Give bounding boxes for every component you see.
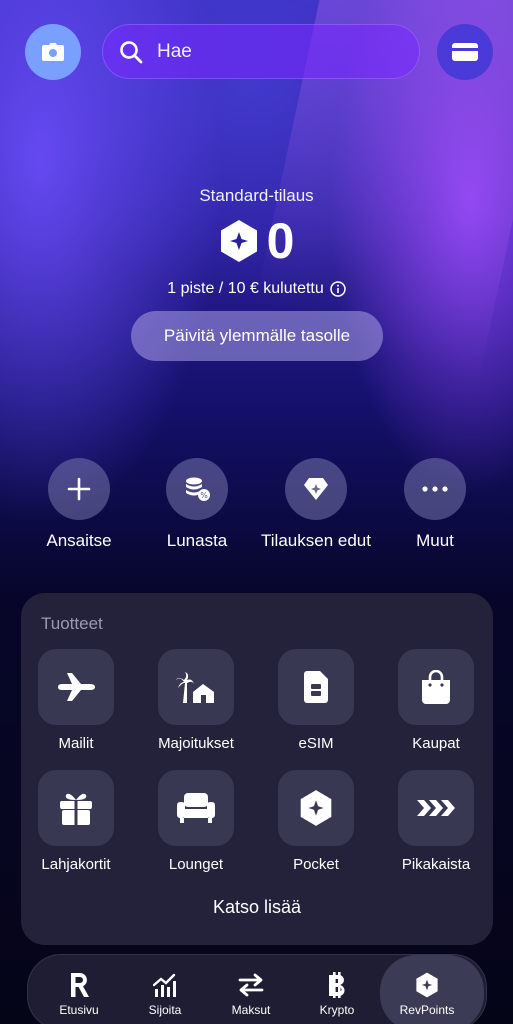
earn-rate: 1 piste / 10 € kulutettu bbox=[167, 280, 324, 297]
gift-icon bbox=[60, 793, 92, 825]
product-label: Majoitukset bbox=[158, 735, 234, 752]
cards-button[interactable] bbox=[437, 24, 493, 80]
action-redeem[interactable]: % Lunasta bbox=[142, 458, 252, 552]
nav-label: RevPoints bbox=[399, 1003, 455, 1017]
nav-crypto[interactable]: Krypto bbox=[294, 955, 380, 1024]
product-label: Lounget bbox=[168, 856, 224, 873]
sim-icon bbox=[304, 671, 328, 703]
nav-label: Sijoita bbox=[148, 1003, 182, 1017]
product-pocket[interactable]: Pocket bbox=[261, 770, 371, 873]
camera-icon bbox=[42, 43, 64, 61]
fast-lane-icon bbox=[417, 800, 455, 816]
armchair-icon bbox=[177, 793, 215, 823]
action-earn[interactable]: Ansaitse bbox=[24, 458, 134, 552]
chart-icon bbox=[153, 973, 176, 997]
upgrade-button[interactable]: Päivitä ylemmälle tasolle bbox=[131, 311, 383, 361]
transfer-icon bbox=[238, 973, 264, 997]
coins-icon: % bbox=[186, 477, 210, 501]
product-lounges[interactable]: Lounget bbox=[141, 770, 251, 873]
product-label: Kaupat bbox=[412, 735, 460, 752]
revpoints-icon bbox=[220, 220, 257, 262]
nav-label: Maksut bbox=[231, 1003, 271, 1017]
nav-label: Etusivu bbox=[59, 1003, 99, 1017]
action-label: Tilauksen edut bbox=[261, 531, 371, 550]
nav-payments[interactable]: Maksut bbox=[208, 955, 294, 1024]
search-input[interactable]: Hae bbox=[102, 24, 420, 79]
product-gift-cards[interactable]: Lahjakortit bbox=[21, 770, 131, 873]
product-fast-lane[interactable]: Pikakaista bbox=[381, 770, 491, 873]
search-icon bbox=[120, 40, 143, 63]
product-label: Mailit bbox=[58, 735, 94, 752]
product-shops[interactable]: Kaupat bbox=[381, 649, 491, 752]
camera-button[interactable] bbox=[25, 24, 81, 80]
action-label: Lunasta bbox=[166, 531, 228, 550]
bitcoin-icon bbox=[329, 972, 345, 998]
diamond-icon bbox=[304, 478, 328, 500]
points-balance: 0 bbox=[266, 213, 295, 269]
nav-home[interactable]: Etusivu bbox=[36, 955, 122, 1024]
nav-revpoints[interactable]: RevPoints bbox=[380, 955, 484, 1024]
search-placeholder: Hae bbox=[157, 40, 192, 62]
points-summary: Standard-tilaus 0 1 piste / 10 € kulutet… bbox=[0, 186, 513, 298]
bottom-nav: Etusivu Sijoita Maksut Krypto RevPoints bbox=[27, 954, 487, 1024]
svg-text:%: % bbox=[200, 491, 208, 500]
plan-tier: Standard-tilaus bbox=[199, 186, 314, 205]
revpoints-icon bbox=[416, 972, 438, 998]
see-more-link[interactable]: Katso lisää bbox=[21, 897, 493, 918]
info-icon[interactable] bbox=[330, 281, 346, 297]
revolut-icon bbox=[71, 973, 89, 997]
nav-label: Krypto bbox=[319, 1003, 355, 1017]
action-label: Ansaitse bbox=[46, 531, 112, 550]
product-miles[interactable]: Mailit bbox=[21, 649, 131, 752]
action-subscription-benefits[interactable]: Tilauksen edut bbox=[261, 458, 371, 552]
product-label: Lahjakortit bbox=[41, 856, 111, 873]
airplane-icon bbox=[58, 673, 95, 701]
palm-house-icon bbox=[176, 672, 214, 703]
product-label: eSIM bbox=[298, 735, 334, 752]
nav-invest[interactable]: Sijoita bbox=[122, 955, 208, 1024]
plus-icon bbox=[67, 477, 91, 501]
shopping-bag-icon bbox=[422, 670, 450, 704]
revpoints-icon bbox=[300, 790, 332, 826]
product-stays[interactable]: Majoitukset bbox=[141, 649, 251, 752]
action-label: Muut bbox=[416, 531, 454, 550]
action-more[interactable]: Muut bbox=[380, 458, 490, 552]
products-panel: Tuotteet Mailit Majoitukset eSIM Kaupat … bbox=[21, 593, 493, 945]
card-icon bbox=[452, 43, 478, 61]
products-title: Tuotteet bbox=[41, 614, 103, 633]
product-label: Pocket bbox=[293, 856, 339, 873]
product-label: Pikakaista bbox=[401, 856, 471, 873]
product-esim[interactable]: eSIM bbox=[261, 649, 371, 752]
more-icon bbox=[422, 486, 448, 492]
